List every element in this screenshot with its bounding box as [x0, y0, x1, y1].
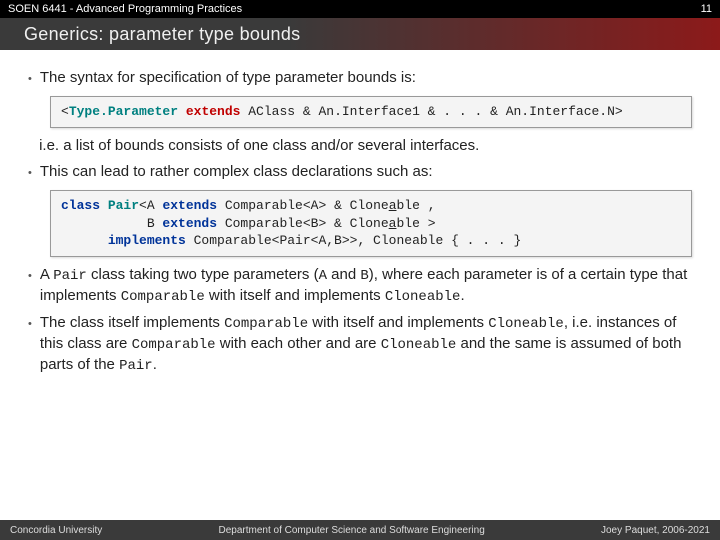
page-number: 11 — [701, 0, 712, 18]
code1-extends: extends — [186, 104, 241, 119]
c2-l1g: ble , — [397, 198, 436, 213]
course-label: SOEN 6441 - Advanced Programming Practic… — [8, 0, 242, 18]
b4-mid: with itself and implements — [308, 314, 488, 331]
bullet-dot: • — [28, 166, 32, 182]
bullet-3-text: A Pair class taking two type parameters … — [40, 265, 692, 307]
bullet-2a-text: i.e. a list of bounds consists of one cl… — [39, 136, 692, 156]
c2-l3c: Comparable<Pair<A,B>>, Cloneable { . . .… — [186, 233, 521, 248]
cloneable-code: Cloneable — [488, 316, 564, 332]
c2-pair: Pair — [108, 198, 139, 213]
c2-ext1: extends — [162, 198, 217, 213]
B-code: B — [360, 268, 368, 284]
code-block-2: class Pair<A extends Comparable<A> & Clo… — [50, 190, 692, 257]
code1-lt: < — [61, 104, 69, 119]
code1-rest: AClass & An.Interface1 & . . . & An.Inte… — [240, 104, 614, 119]
bullet-dot: • — [28, 269, 32, 307]
c2-impl: implements — [108, 233, 186, 248]
comparable-code: Comparable — [132, 337, 216, 353]
bullet-3: • A Pair class taking two type parameter… — [28, 265, 692, 307]
b3-and: and — [327, 266, 360, 283]
b3-mid: class taking two type parameters ( — [87, 266, 319, 283]
bullet-2-text: This can lead to rather complex class de… — [40, 162, 692, 182]
bullet-4: • The class itself implements Comparable… — [28, 313, 692, 376]
slide-title: Generics: parameter type bounds — [24, 24, 300, 45]
c2-l3a — [61, 233, 108, 248]
bullet-dot: • — [28, 317, 32, 376]
footer-center: Department of Computer Science and Softw… — [219, 525, 485, 536]
c2-ext2: extends — [162, 216, 217, 231]
c2-l2a: B — [61, 216, 162, 231]
code1-typeparam: Type.Parameter — [69, 104, 178, 119]
footer-right: Joey Paquet, 2006-2021 — [601, 525, 710, 536]
b3-pre: A — [40, 266, 53, 283]
comparable-code: Comparable — [121, 289, 205, 305]
bullet-dot — [28, 140, 31, 156]
bullet-2a: i.e. a list of bounds consists of one cl… — [28, 136, 692, 156]
c2-l2c: Comparable<B> & Clone — [217, 216, 389, 231]
comparable-code: Comparable — [224, 316, 308, 332]
bullet-1: • The syntax for specification of type p… — [28, 68, 692, 88]
c2-l2e: ble > — [396, 216, 435, 231]
c2-l1f: a — [389, 198, 397, 213]
cloneable-code: Cloneable — [385, 289, 461, 305]
bullet-4-text: The class itself implements Comparable w… — [40, 313, 692, 376]
b4-dot: . — [153, 356, 157, 373]
cloneable-code: Cloneable — [381, 337, 457, 353]
A-code: A — [319, 268, 327, 284]
pair-code: Pair — [53, 268, 87, 284]
bullet-2: • This can lead to rather complex class … — [28, 162, 692, 182]
bullet-1-text: The syntax for specification of type par… — [40, 68, 692, 88]
bullet-dot: • — [28, 72, 32, 88]
b4-pre: The class itself implements — [40, 314, 224, 331]
footer-bar: Concordia University Department of Compu… — [0, 520, 720, 540]
b3-dot: . — [460, 287, 464, 304]
c2-class: class — [61, 198, 108, 213]
c2-l1e: Comparable<A> & Clone — [217, 198, 389, 213]
code-block-1: <Type.Parameter extends AClass & An.Inte… — [50, 96, 692, 128]
b3-post2: with itself and implements — [205, 287, 385, 304]
b4-mid3: with each other and are — [216, 335, 381, 352]
content-area: • The syntax for specification of type p… — [0, 50, 720, 375]
c2-l1c: <A — [139, 198, 162, 213]
top-bar: SOEN 6441 - Advanced Programming Practic… — [0, 0, 720, 18]
code1-gt: > — [615, 104, 623, 119]
footer-left: Concordia University — [10, 525, 102, 536]
title-strip: Generics: parameter type bounds — [0, 18, 720, 50]
pair-code: Pair — [119, 358, 153, 374]
